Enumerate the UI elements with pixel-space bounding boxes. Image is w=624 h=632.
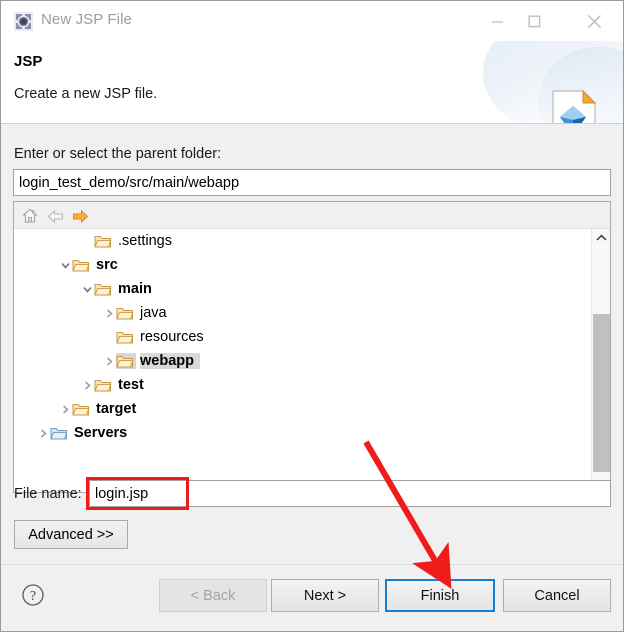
tree-item-target[interactable]: target <box>14 397 593 421</box>
page-title: JSP <box>14 53 43 70</box>
chevron-right-icon[interactable] <box>36 426 50 440</box>
eclipse-jsp-icon <box>14 12 33 31</box>
dialog-body: Enter or select the parent folder: login… <box>1 124 623 564</box>
folder-icon <box>116 329 136 345</box>
tree-item-resources[interactable]: resources <box>14 325 593 349</box>
folder-icon <box>94 233 114 249</box>
tree-item-label: .settings <box>118 233 172 249</box>
folder-icon <box>116 353 136 369</box>
tree-item-label: java <box>140 305 167 321</box>
chevron-right-icon[interactable] <box>58 402 72 416</box>
tree-item-main[interactable]: main <box>14 277 593 301</box>
advanced-button[interactable]: Advanced >> <box>14 520 128 549</box>
maximize-button[interactable] <box>511 1 557 41</box>
folder-icon <box>94 281 114 297</box>
title-bar: New JSP File <box>1 1 623 41</box>
tree-toolbar <box>14 202 610 229</box>
chevron-up-icon[interactable] <box>592 229 611 247</box>
dialog-footer: ? < Back Next > Finish Cancel <box>1 564 623 631</box>
file-name-input[interactable] <box>89 480 611 507</box>
tree-vertical-scrollbar[interactable] <box>591 229 610 492</box>
file-name-label: File name: <box>14 486 82 502</box>
chevron-right-icon[interactable] <box>102 354 116 368</box>
back-button[interactable]: < Back <box>159 579 267 612</box>
tree-item-label: target <box>96 401 137 417</box>
scrollbar-thumb[interactable] <box>593 314 610 472</box>
tree-item-label: Servers <box>74 425 128 441</box>
page-description: Create a new JSP file. <box>14 86 158 102</box>
svg-text:?: ? <box>30 589 36 604</box>
close-button[interactable] <box>571 1 617 41</box>
home-icon[interactable] <box>20 206 40 226</box>
folder-icon <box>72 401 92 417</box>
tree-item-label: resources <box>140 329 204 345</box>
tree-item-label: webapp <box>140 353 200 369</box>
folder-icon <box>116 305 136 321</box>
folder-tree-panel: .settings src main java resources webapp test t… <box>13 201 611 493</box>
folder-icon <box>94 377 114 393</box>
help-question-icon[interactable]: ? <box>21 583 45 607</box>
jsp-file-page-icon <box>549 89 601 123</box>
tree-item-label: test <box>118 377 144 393</box>
tree-item-servers[interactable]: Servers <box>14 421 593 445</box>
chevron-down-icon[interactable] <box>80 282 94 296</box>
chevron-down-icon[interactable] <box>58 258 72 272</box>
tree-item-src[interactable]: src <box>14 253 593 277</box>
tree-item-settings[interactable]: .settings <box>14 229 593 253</box>
parent-folder-input[interactable] <box>13 169 611 196</box>
server-folder-icon <box>50 425 70 441</box>
wizard-header: JSP Create a new JSP file. <box>1 41 623 124</box>
next-button[interactable]: Next > <box>271 579 379 612</box>
new-jsp-file-dialog: New JSP File JSP Create a new JSP file. <box>0 0 624 632</box>
cancel-button[interactable]: Cancel <box>503 579 611 612</box>
finish-button[interactable]: Finish <box>385 579 495 612</box>
chevron-right-icon[interactable] <box>80 378 94 392</box>
window-title: New JSP File <box>41 11 132 28</box>
tree-item-label: src <box>96 257 118 273</box>
tree-item-label: main <box>118 281 152 297</box>
chevron-right-icon[interactable] <box>102 306 116 320</box>
tree-item-test[interactable]: test <box>14 373 593 397</box>
tree-item-java[interactable]: java <box>14 301 593 325</box>
tree-item-webapp[interactable]: webapp <box>14 349 593 373</box>
back-arrow-icon[interactable] <box>45 206 65 226</box>
parent-folder-label: Enter or select the parent folder: <box>14 146 222 162</box>
folder-icon <box>72 257 92 273</box>
forward-arrow-icon[interactable] <box>70 206 90 226</box>
folder-tree[interactable]: .settings src main java resources webapp test t… <box>14 229 593 492</box>
